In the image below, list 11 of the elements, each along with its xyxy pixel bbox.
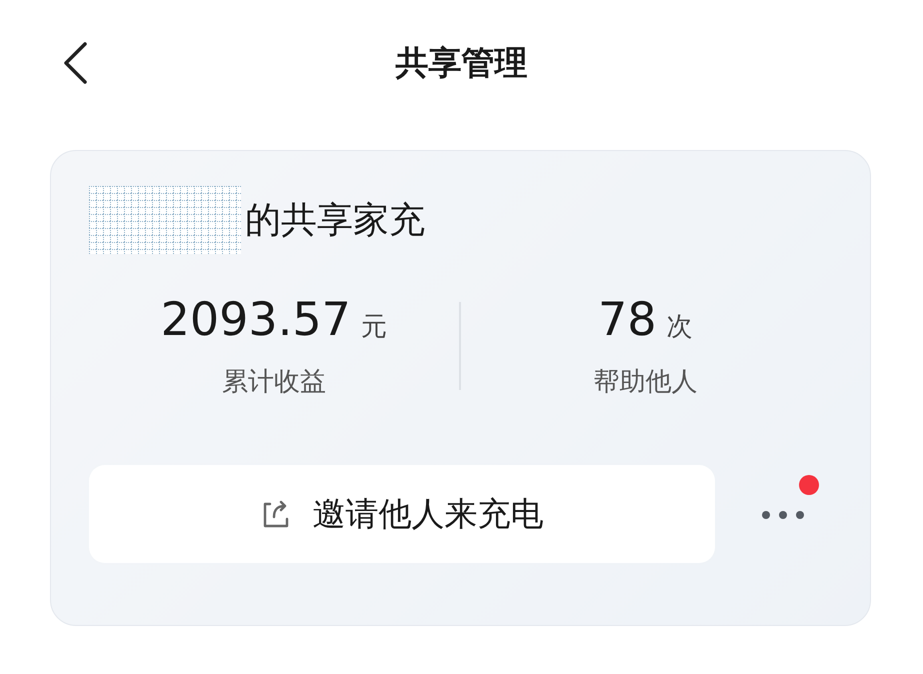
stat-unit: 元 [360, 311, 387, 344]
stat-value: 2093.57 [160, 292, 351, 346]
stat-value: 78 [598, 292, 657, 346]
card-title: 的共享家充 [245, 198, 425, 242]
more-icon[interactable] [761, 510, 805, 520]
invite-button[interactable]: 邀请他人来充电 [89, 465, 715, 563]
stat-unit: 次 [666, 311, 693, 344]
page-title: 共享管理 [396, 42, 528, 84]
stat-label: 帮助他人 [593, 366, 698, 399]
stat-label: 累计收益 [222, 366, 326, 399]
back-icon[interactable] [62, 42, 88, 84]
